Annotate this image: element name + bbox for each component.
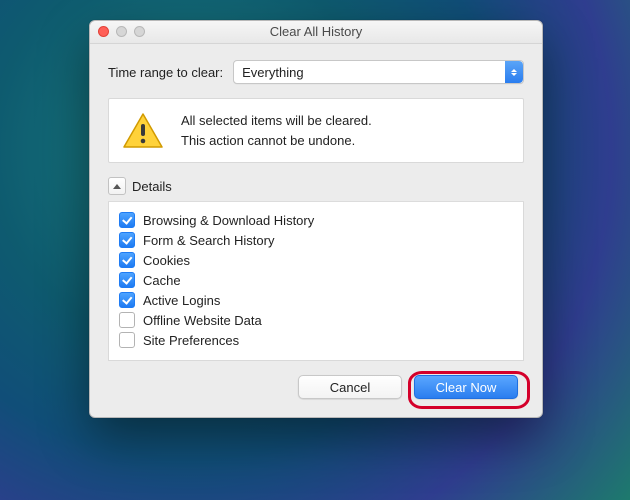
checkbox-icon[interactable] — [119, 272, 135, 288]
clear-now-button-label: Clear Now — [436, 380, 497, 395]
details-item[interactable]: Active Logins — [119, 290, 513, 310]
time-range-label: Time range to clear: — [108, 65, 223, 80]
warning-panel: All selected items will be cleared. This… — [108, 98, 524, 163]
clear-history-dialog: Clear All History Time range to clear: E… — [89, 20, 543, 418]
details-item[interactable]: Site Preferences — [119, 330, 513, 350]
details-section: Details Browsing & Download History Form … — [108, 177, 524, 361]
time-range-select[interactable]: Everything — [233, 60, 524, 84]
cancel-button[interactable]: Cancel — [298, 375, 402, 399]
details-item-label: Active Logins — [143, 293, 220, 308]
checkbox-icon[interactable] — [119, 312, 135, 328]
details-item[interactable]: Cookies — [119, 250, 513, 270]
warning-icon — [123, 113, 163, 149]
close-icon[interactable] — [98, 26, 109, 37]
details-item[interactable]: Offline Website Data — [119, 310, 513, 330]
time-range-row: Time range to clear: Everything — [108, 60, 524, 84]
details-item-label: Offline Website Data — [143, 313, 262, 328]
details-item-label: Cookies — [143, 253, 190, 268]
titlebar: Clear All History — [90, 21, 542, 44]
details-item-label: Browsing & Download History — [143, 213, 314, 228]
details-item-label: Form & Search History — [143, 233, 274, 248]
cancel-button-label: Cancel — [330, 380, 370, 395]
details-header[interactable]: Details — [108, 177, 524, 202]
checkbox-icon[interactable] — [119, 332, 135, 348]
checkbox-icon[interactable] — [119, 292, 135, 308]
details-item[interactable]: Browsing & Download History — [119, 210, 513, 230]
details-item-label: Cache — [143, 273, 181, 288]
details-item[interactable]: Cache — [119, 270, 513, 290]
details-list: Browsing & Download History Form & Search… — [108, 202, 524, 361]
clear-now-button[interactable]: Clear Now — [414, 375, 518, 399]
minimize-icon — [116, 26, 127, 37]
warning-line-2: This action cannot be undone. — [181, 131, 372, 151]
warning-text: All selected items will be cleared. This… — [181, 111, 372, 150]
select-stepper-icon — [505, 61, 523, 83]
maximize-icon — [134, 26, 145, 37]
time-range-value: Everything — [242, 65, 303, 80]
chevron-up-icon — [108, 177, 126, 195]
details-item[interactable]: Form & Search History — [119, 230, 513, 250]
window-controls — [98, 26, 145, 37]
window-title: Clear All History — [90, 21, 542, 43]
checkbox-icon[interactable] — [119, 252, 135, 268]
details-item-label: Site Preferences — [143, 333, 239, 348]
dialog-body: Time range to clear: Everything — [90, 44, 542, 417]
desktop-background: Clear All History Time range to clear: E… — [0, 0, 630, 500]
warning-line-1: All selected items will be cleared. — [181, 111, 372, 131]
dialog-footer: Cancel Clear Now — [108, 361, 524, 403]
checkbox-icon[interactable] — [119, 232, 135, 248]
details-label: Details — [132, 179, 172, 194]
checkbox-icon[interactable] — [119, 212, 135, 228]
